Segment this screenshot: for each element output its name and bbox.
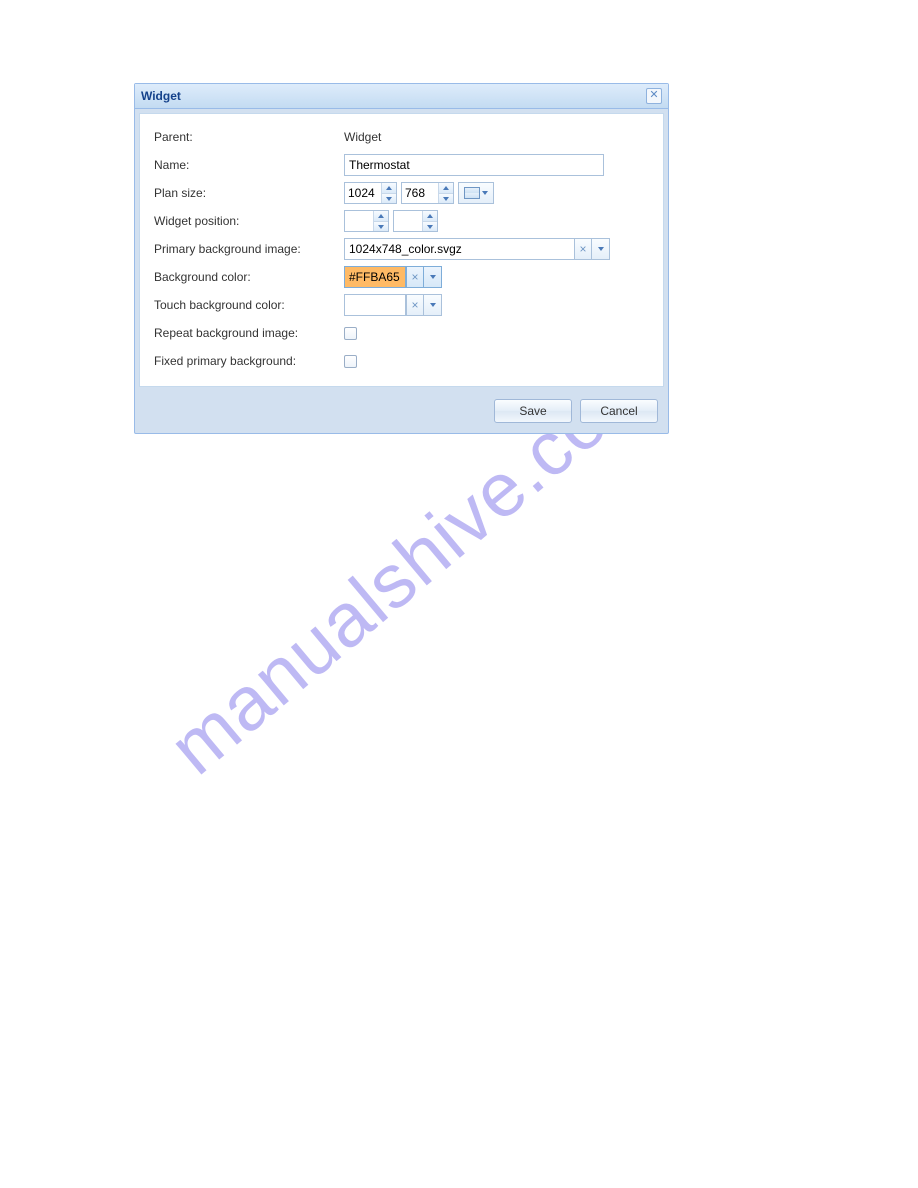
row-repeat-bg-image: Repeat background image:	[154, 322, 649, 344]
dialog-close-button[interactable]: ✕	[646, 88, 662, 104]
plan-height-input[interactable]	[402, 183, 438, 203]
clear-icon: ×	[411, 270, 418, 284]
row-widget-position: Widget position:	[154, 210, 649, 232]
chevron-up-icon	[427, 214, 433, 218]
chevron-down-icon	[378, 225, 384, 229]
plan-size-preset-button[interactable]	[458, 182, 494, 204]
plan-width-spinner	[344, 182, 397, 204]
bg-color-input[interactable]	[344, 266, 406, 288]
chevron-down-icon	[443, 197, 449, 201]
pos-y-input[interactable]	[394, 211, 422, 231]
chevron-down-icon	[598, 247, 604, 251]
chevron-down-icon	[386, 197, 392, 201]
label-plan-size: Plan size:	[154, 186, 344, 200]
pos-y-spinner	[393, 210, 438, 232]
plan-width-down[interactable]	[382, 193, 396, 203]
label-touch-bg-color: Touch background color:	[154, 298, 344, 312]
dialog-body: Parent: Widget Name: Plan size:	[139, 113, 664, 387]
preset-icon	[464, 187, 480, 199]
bg-color-dropdown[interactable]	[424, 266, 442, 288]
pos-x-up[interactable]	[374, 211, 388, 221]
plan-width-up[interactable]	[382, 183, 396, 193]
chevron-down-icon	[482, 191, 488, 195]
label-repeat-bg-image: Repeat background image:	[154, 326, 344, 340]
close-icon: ✕	[649, 89, 658, 101]
widget-dialog: Widget ✕ Parent: Widget Name: Plan size:	[134, 83, 669, 434]
bg-color-clear[interactable]: ×	[406, 266, 424, 288]
primary-bg-image-input[interactable]	[344, 238, 574, 260]
plan-width-input[interactable]	[345, 183, 381, 203]
chevron-down-icon	[427, 225, 433, 229]
row-touch-bg-color: Touch background color: ×	[154, 294, 649, 316]
row-plan-size: Plan size:	[154, 182, 649, 204]
row-fixed-primary-bg: Fixed primary background:	[154, 350, 649, 372]
dialog-button-bar: Save Cancel	[135, 391, 668, 433]
clear-icon: ×	[411, 298, 418, 312]
touch-bg-color-clear[interactable]: ×	[406, 294, 424, 316]
value-parent: Widget	[344, 130, 381, 144]
chevron-up-icon	[378, 214, 384, 218]
name-input[interactable]	[344, 154, 604, 176]
primary-bg-image-dropdown[interactable]	[592, 238, 610, 260]
chevron-up-icon	[386, 186, 392, 190]
pos-y-down[interactable]	[423, 221, 437, 231]
label-bg-color: Background color:	[154, 270, 344, 284]
clear-icon: ×	[579, 242, 586, 256]
fixed-primary-bg-checkbox[interactable]	[344, 355, 357, 368]
chevron-up-icon	[443, 186, 449, 190]
label-widget-position: Widget position:	[154, 214, 344, 228]
plan-height-spinner	[401, 182, 454, 204]
row-name: Name:	[154, 154, 649, 176]
touch-bg-color-dropdown[interactable]	[424, 294, 442, 316]
dialog-title: Widget	[141, 89, 181, 103]
save-button[interactable]: Save	[494, 399, 572, 423]
repeat-bg-image-checkbox[interactable]	[344, 327, 357, 340]
pos-x-input[interactable]	[345, 211, 373, 231]
primary-bg-image-clear[interactable]: ×	[574, 238, 592, 260]
label-primary-bg-image: Primary background image:	[154, 242, 344, 256]
label-fixed-primary-bg: Fixed primary background:	[154, 354, 344, 368]
pos-y-up[interactable]	[423, 211, 437, 221]
pos-x-spinner	[344, 210, 389, 232]
cancel-button[interactable]: Cancel	[580, 399, 658, 423]
row-parent: Parent: Widget	[154, 126, 649, 148]
plan-height-down[interactable]	[439, 193, 453, 203]
label-parent: Parent:	[154, 130, 344, 144]
plan-height-up[interactable]	[439, 183, 453, 193]
touch-bg-color-input[interactable]	[344, 294, 406, 316]
row-primary-bg-image: Primary background image: ×	[154, 238, 649, 260]
dialog-header: Widget ✕	[135, 84, 668, 109]
chevron-down-icon	[430, 275, 436, 279]
chevron-down-icon	[430, 303, 436, 307]
label-name: Name:	[154, 158, 344, 172]
pos-x-down[interactable]	[374, 221, 388, 231]
row-bg-color: Background color: ×	[154, 266, 649, 288]
